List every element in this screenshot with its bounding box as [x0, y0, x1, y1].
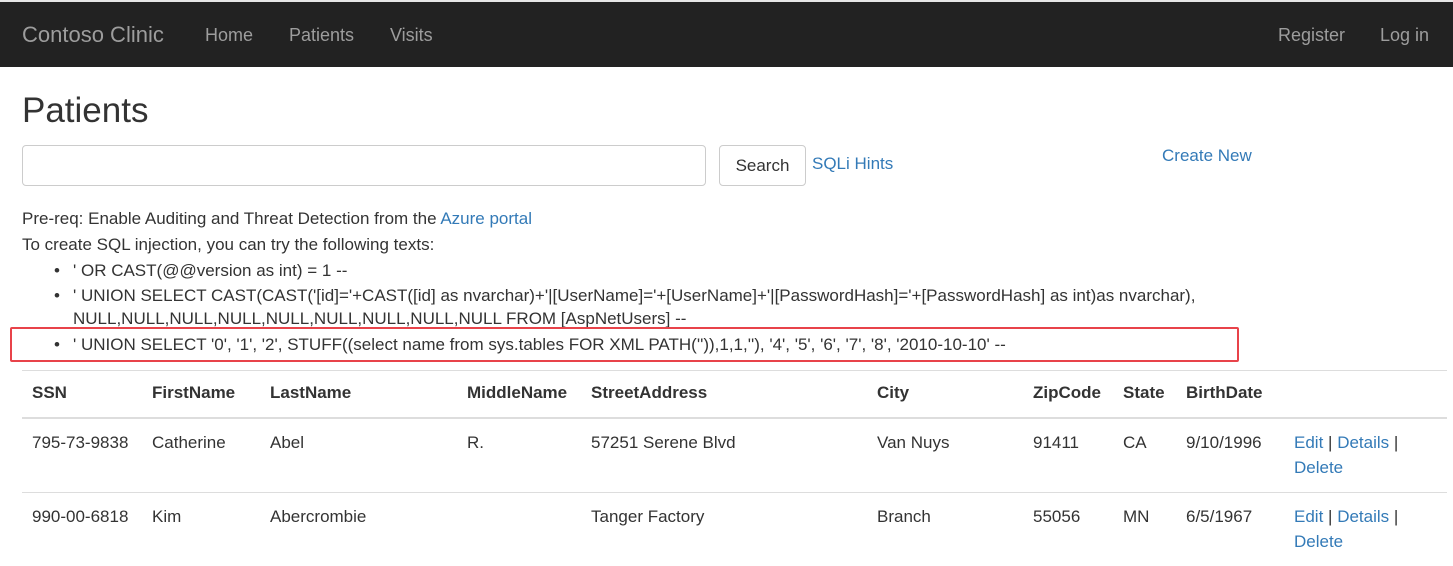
separator: | [1328, 433, 1332, 452]
delete-link[interactable]: Delete [1294, 532, 1343, 551]
brand-link[interactable]: Contoso Clinic [22, 22, 164, 48]
nav-register[interactable]: Register [1278, 25, 1345, 46]
cell-city: Van Nuys [867, 418, 1023, 493]
search-input[interactable] [22, 145, 706, 186]
table-row: 990-00-6818 Kim Abercrombie Tanger Facto… [22, 493, 1447, 566]
separator: | [1394, 507, 1398, 526]
table-header-row: SSN FirstName LastName MiddleName Street… [22, 371, 1447, 419]
hint-item: ' UNION SELECT CAST(CAST('[id]='+CAST([i… [73, 284, 1195, 330]
cell-state: CA [1113, 418, 1176, 493]
delete-link[interactable]: Delete [1294, 458, 1343, 477]
cell-middlename: R. [457, 418, 581, 493]
cell-actions: Edit | Details | Delete [1284, 493, 1447, 566]
details-link[interactable]: Details [1337, 507, 1389, 526]
cell-ssn: 990-00-6818 [22, 493, 142, 566]
cell-streetaddress: Tanger Factory [581, 493, 867, 566]
cell-actions: Edit | Details | Delete [1284, 418, 1447, 493]
patients-table: SSN FirstName LastName MiddleName Street… [22, 370, 1447, 566]
col-actions [1284, 371, 1447, 419]
separator: | [1394, 433, 1398, 452]
cell-zipcode: 55056 [1023, 493, 1113, 566]
hint-item: ' OR CAST(@@version as int) = 1 -- [73, 259, 347, 282]
col-middlename: MiddleName [457, 371, 581, 419]
page-title: Patients [22, 91, 148, 131]
prereq-label: Pre-req: Enable Auditing and Threat Dete… [22, 209, 440, 228]
cell-firstname: Kim [142, 493, 260, 566]
azure-portal-link[interactable]: Azure portal [440, 209, 532, 228]
cell-lastname: Abel [260, 418, 457, 493]
cell-lastname: Abercrombie [260, 493, 457, 566]
col-firstname: FirstName [142, 371, 260, 419]
separator: | [1328, 507, 1332, 526]
hint-item-line: NULL,NULL,NULL,NULL,NULL,NULL,NULL,NULL,… [73, 309, 686, 328]
edit-link[interactable]: Edit [1294, 507, 1323, 526]
sqli-hints-link[interactable]: SQLi Hints [812, 154, 893, 174]
cell-state: MN [1113, 493, 1176, 566]
navbar: Contoso Clinic Home Patients Visits Regi… [0, 0, 1453, 67]
cell-firstname: Catherine [142, 418, 260, 493]
table-row: 795-73-9838 Catherine Abel R. 57251 Sere… [22, 418, 1447, 493]
injection-intro: To create SQL injection, you can try the… [22, 235, 434, 255]
col-city: City [867, 371, 1023, 419]
col-state: State [1113, 371, 1176, 419]
col-ssn: SSN [22, 371, 142, 419]
cell-streetaddress: 57251 Serene Blvd [581, 418, 867, 493]
col-streetaddress: StreetAddress [581, 371, 867, 419]
cell-ssn: 795-73-9838 [22, 418, 142, 493]
cell-middlename [457, 493, 581, 566]
edit-link[interactable]: Edit [1294, 433, 1323, 452]
col-birthdate: BirthDate [1176, 371, 1284, 419]
col-zipcode: ZipCode [1023, 371, 1113, 419]
search-button[interactable]: Search [719, 145, 806, 186]
cell-birthdate: 6/5/1967 [1176, 493, 1284, 566]
prereq-text: Pre-req: Enable Auditing and Threat Dete… [22, 209, 532, 229]
highlight-box [10, 327, 1239, 362]
nav-home[interactable]: Home [205, 25, 253, 46]
details-link[interactable]: Details [1337, 433, 1389, 452]
create-new-link[interactable]: Create New [1162, 146, 1252, 166]
cell-zipcode: 91411 [1023, 418, 1113, 493]
cell-city: Branch [867, 493, 1023, 566]
nav-visits[interactable]: Visits [390, 25, 433, 46]
col-lastname: LastName [260, 371, 457, 419]
cell-birthdate: 9/10/1996 [1176, 418, 1284, 493]
hint-item-line: ' UNION SELECT CAST(CAST('[id]='+CAST([i… [73, 286, 1195, 305]
nav-patients[interactable]: Patients [289, 25, 354, 46]
nav-login[interactable]: Log in [1380, 25, 1429, 46]
